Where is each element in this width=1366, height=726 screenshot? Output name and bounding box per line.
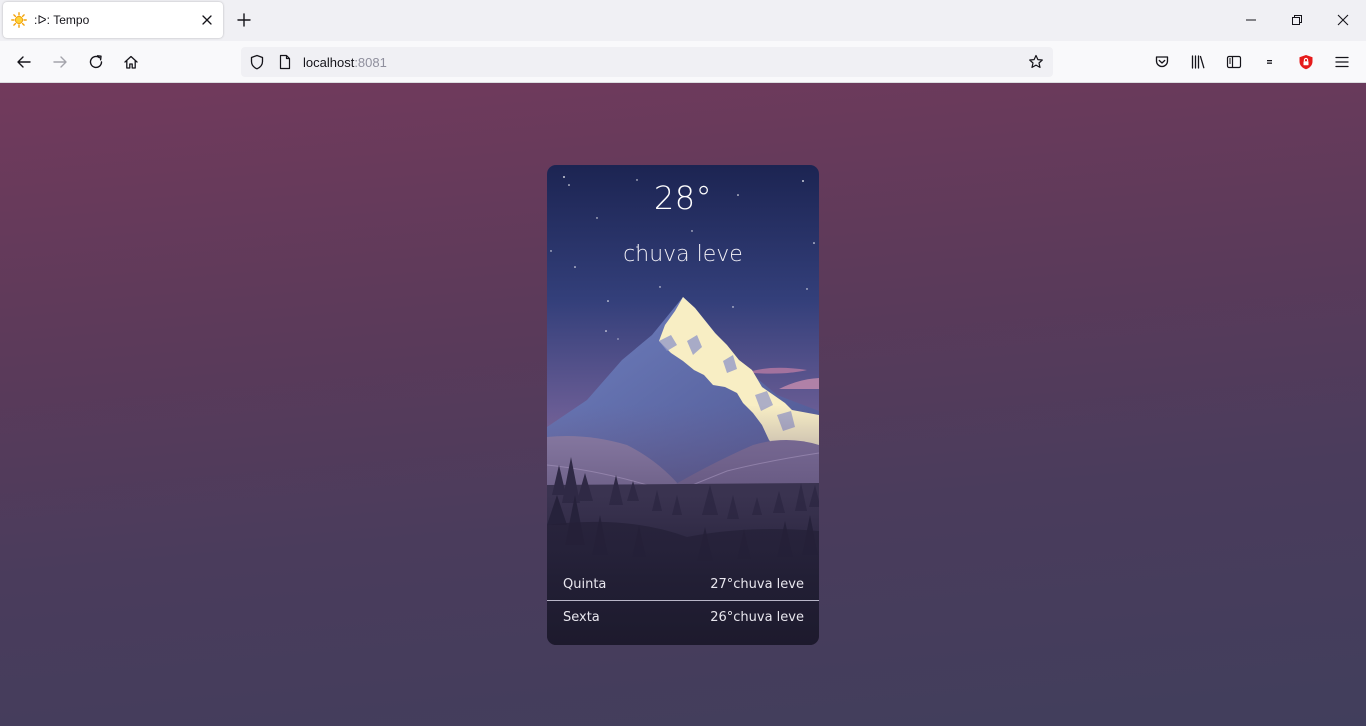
sidebar-icon[interactable] — [1226, 54, 1242, 70]
menu-icon[interactable] — [1334, 54, 1350, 70]
pocket-icon[interactable] — [1154, 54, 1170, 70]
home-icon[interactable] — [123, 54, 139, 70]
star-icon[interactable] — [1028, 54, 1044, 70]
library-icon[interactable] — [1190, 54, 1206, 70]
forecast-condition: chuva leve — [733, 610, 804, 625]
url-bar[interactable]: localhost:8081 — [241, 47, 1053, 77]
minimize-icon[interactable] — [1243, 12, 1259, 28]
forecast-day: Sexta — [563, 610, 600, 625]
plus-icon[interactable] — [236, 12, 252, 28]
forecast-row: Sexta 26°chuva leve — [547, 601, 819, 634]
url-host: localhost — [303, 55, 355, 70]
forecast-temp: 27° — [710, 577, 734, 592]
page-icon[interactable] — [277, 54, 293, 70]
url-port: :8081 — [354, 55, 387, 70]
forward-icon[interactable] — [52, 54, 68, 70]
forecast-temp: 26° — [710, 610, 734, 625]
reload-icon[interactable] — [88, 54, 104, 70]
navigation-bar: localhost:8081 — [0, 41, 1366, 83]
forecast-value: 26°chuva leve — [710, 610, 804, 625]
browser-tab[interactable]: :ᐅ: Tempo — [3, 2, 223, 38]
extension-icon[interactable] — [1262, 54, 1278, 70]
back-icon[interactable] — [16, 54, 32, 70]
tab-strip: :ᐅ: Tempo — [0, 0, 1366, 41]
forecast-value: 27°chuva leve — [710, 577, 804, 592]
tab-title: :ᐅ: Tempo — [34, 13, 90, 27]
shield-icon[interactable] — [249, 54, 265, 70]
restore-icon[interactable] — [1289, 12, 1305, 28]
page-background: 28° chuva leve Quinta 27°chuva leve Sext… — [0, 83, 1366, 726]
url-text[interactable]: localhost:8081 — [303, 55, 387, 70]
current-condition: chuva leve — [623, 242, 743, 267]
current-temperature: 28° — [653, 179, 713, 217]
sun-icon — [11, 12, 27, 28]
forecast-condition: chuva leve — [733, 577, 804, 592]
close-icon[interactable] — [199, 12, 215, 28]
ublock-icon[interactable] — [1298, 54, 1314, 70]
forecast-day: Quinta — [563, 577, 607, 592]
forecast-row: Quinta 27°chuva leve — [547, 568, 819, 601]
weather-card: 28° chuva leve Quinta 27°chuva leve Sext… — [547, 165, 819, 645]
close-window-icon[interactable] — [1335, 12, 1351, 28]
